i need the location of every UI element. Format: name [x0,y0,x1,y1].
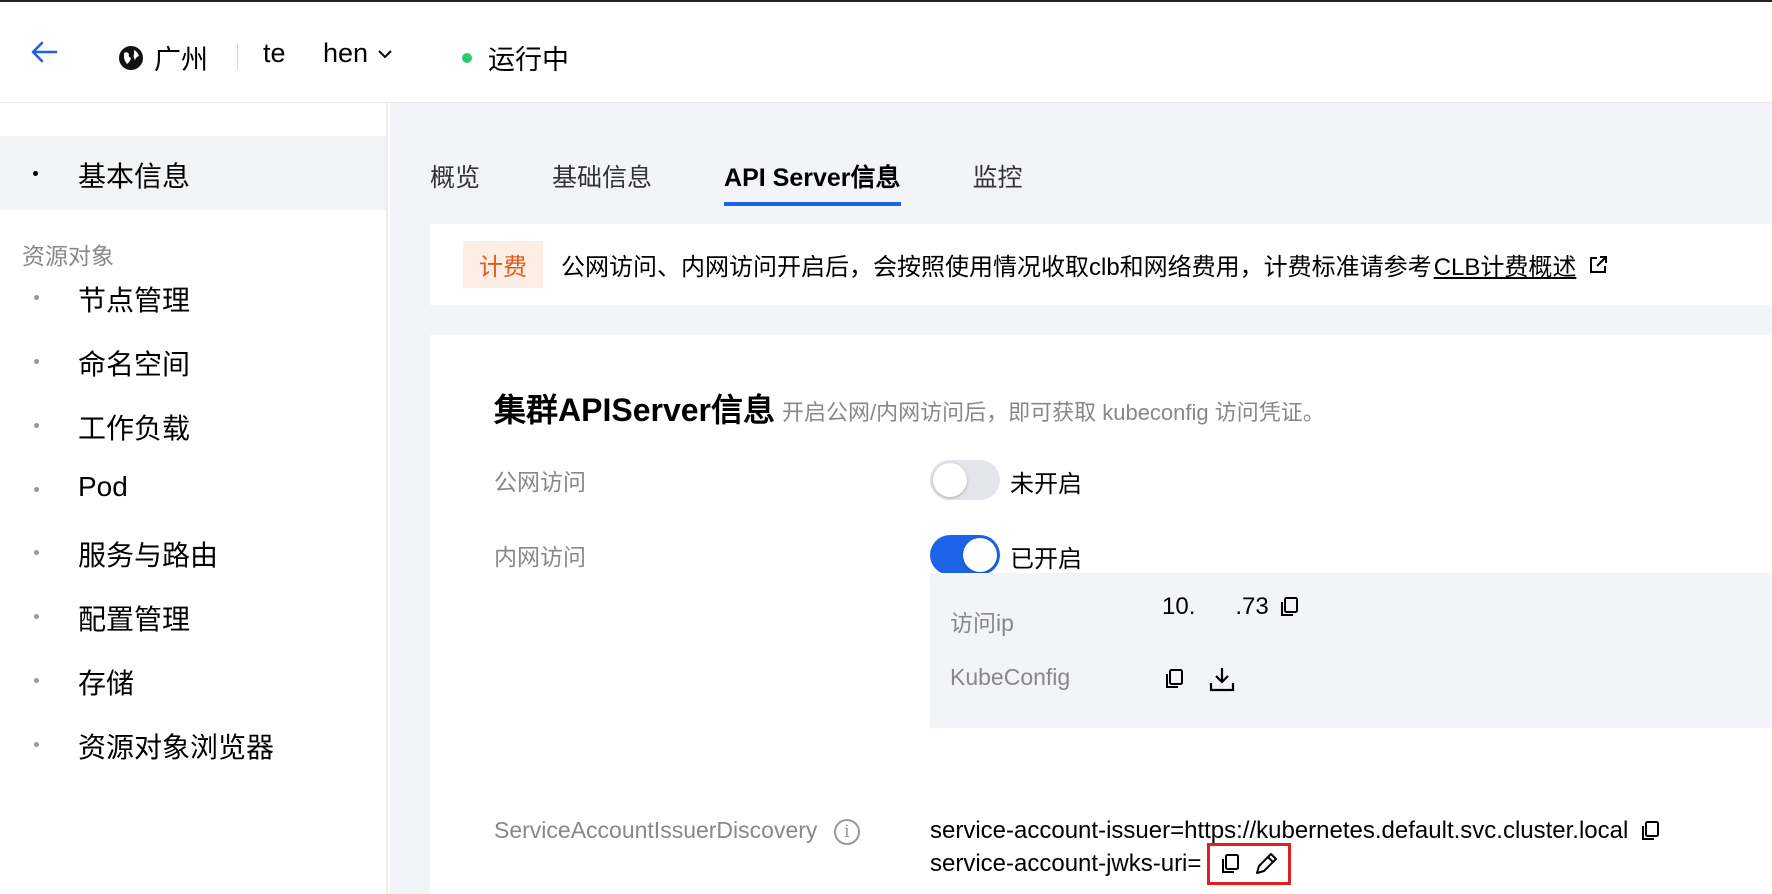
sidebar-item-label: 基本信息 [78,161,191,192]
bullet-icon [34,614,39,619]
sidebar-item-namespaces[interactable]: 命名空间 [0,333,386,389]
access-ip-value: 10. .73 [1162,593,1269,620]
sa-jwks-line: service-account-jwks-uri= [930,843,1292,885]
sidebar-item-label: 资源对象浏览器 [78,732,275,763]
region-label: 广州 [154,45,208,75]
sidebar-item-resource-browser[interactable]: 资源对象浏览器 [0,716,386,772]
cluster-status: 运行中 [462,38,569,77]
download-icon[interactable] [1208,665,1236,693]
sidebar-item-config[interactable]: 配置管理 [0,588,386,644]
copy-icon[interactable] [1277,595,1301,619]
tab-api-server-info[interactable]: API Server信息 [724,158,901,206]
card-title: 集群APIServer信息 [494,392,775,428]
sa-discovery-label: ServiceAccountIssuerDiscovery [494,817,818,843]
sidebar: 基本信息 资源对象 节点管理 命名空间 工作负载 Pod 服务与路由 配置管理 … [0,103,388,894]
sidebar-group-label: 资源对象 [22,243,114,269]
api-server-card: 集群APIServer信息 开启公网/内网访问后，即可获取 kubeconfig… [430,335,1772,894]
public-access-state: 未开启 [1010,471,1082,498]
cluster-selector[interactable]: te hen [263,38,394,69]
sidebar-item-pod[interactable]: Pod [0,461,386,517]
kubeconfig-label: KubeConfig [950,664,1071,690]
sidebar-item-label: 工作负载 [78,413,191,444]
sidebar-item-label: 命名空间 [78,349,191,380]
main-content: 概览 基础信息 API Server信息 监控 计费 公网访问、内网访问开启后，… [390,103,1772,894]
access-ip-row: 10. .73 [1162,593,1301,621]
bullet-icon [34,359,39,364]
sa-jwks-text: service-account-jwks-uri= [930,850,1202,877]
status-text: 运行中 [488,45,569,75]
sidebar-item-basic-info[interactable]: 基本信息 [0,136,386,210]
bullet-icon [34,423,39,428]
card-subtitle: 开启公网/内网访问后，即可获取 kubeconfig 访问凭证。 [782,400,1325,425]
bullet-icon [33,171,38,176]
access-ip-label: 访问ip [950,610,1014,636]
region-indicator: 广州 [118,38,208,77]
billing-notice-text: 公网访问、内网访问开启后，会按照使用情况收取clb和网络费用，计费标准请参考 [561,254,1432,281]
status-dot-icon [462,52,472,63]
info-icon[interactable]: i [833,818,860,845]
bullet-icon [34,678,39,683]
tab-monitoring[interactable]: 监控 [973,158,1023,206]
bullet-icon [34,550,39,555]
clb-billing-link[interactable]: CLB计费概述 [1434,247,1577,282]
copy-icon[interactable] [1218,852,1242,876]
cluster-name: te hen [263,38,369,68]
sa-discovery-label-row: ServiceAccountIssuerDiscovery i [494,817,860,845]
sa-issuer-line: service-account-issuer=https://kubernete… [930,817,1662,845]
back-arrow-icon[interactable] [28,36,60,68]
edit-icon[interactable] [1252,850,1280,878]
globe-icon [119,45,143,70]
private-access-details: 访问ip 10. .73 KubeConfig [930,573,1772,728]
sidebar-item-label: 存储 [78,668,135,699]
billing-badge: 计费 [463,241,543,288]
sidebar-item-label: 服务与路由 [78,540,219,571]
copy-icon[interactable] [1638,819,1662,843]
copy-icon[interactable] [1162,667,1186,691]
public-access-toggle[interactable] [930,460,1000,500]
sidebar-item-nodes[interactable]: 节点管理 [0,269,386,325]
jwks-actions-highlight [1207,843,1292,885]
sa-issuer-text: service-account-issuer=https://kubernete… [930,817,1629,844]
bullet-icon [34,742,39,747]
sidebar-item-label: 节点管理 [78,285,191,316]
sidebar-item-label: Pod [78,471,128,502]
sidebar-item-services[interactable]: 服务与路由 [0,524,386,580]
toggle-knob [933,463,967,497]
bullet-icon [34,487,39,492]
divider [237,44,238,70]
private-access-toggle[interactable] [930,535,1000,575]
external-link-icon[interactable] [1588,255,1608,275]
sidebar-item-label: 配置管理 [78,604,191,635]
bullet-icon [34,295,39,300]
public-access-label: 公网访问 [494,469,586,495]
kubeconfig-actions [1162,665,1236,693]
top-bar: 广州 te hen 运行中 [0,0,1772,103]
sidebar-item-workloads[interactable]: 工作负载 [0,397,386,453]
sidebar-item-storage[interactable]: 存储 [0,652,386,708]
private-access-state: 已开启 [1010,546,1082,573]
billing-notice: 计费 公网访问、内网访问开启后，会按照使用情况收取clb和网络费用，计费标准请参… [430,224,1772,305]
private-access-label: 内网访问 [494,544,586,570]
tab-overview[interactable]: 概览 [430,158,480,206]
toggle-knob [963,538,997,572]
chevron-down-icon [378,49,392,58]
tab-bar: 概览 基础信息 API Server信息 监控 [430,158,1095,206]
tab-basic-info[interactable]: 基础信息 [552,158,652,206]
